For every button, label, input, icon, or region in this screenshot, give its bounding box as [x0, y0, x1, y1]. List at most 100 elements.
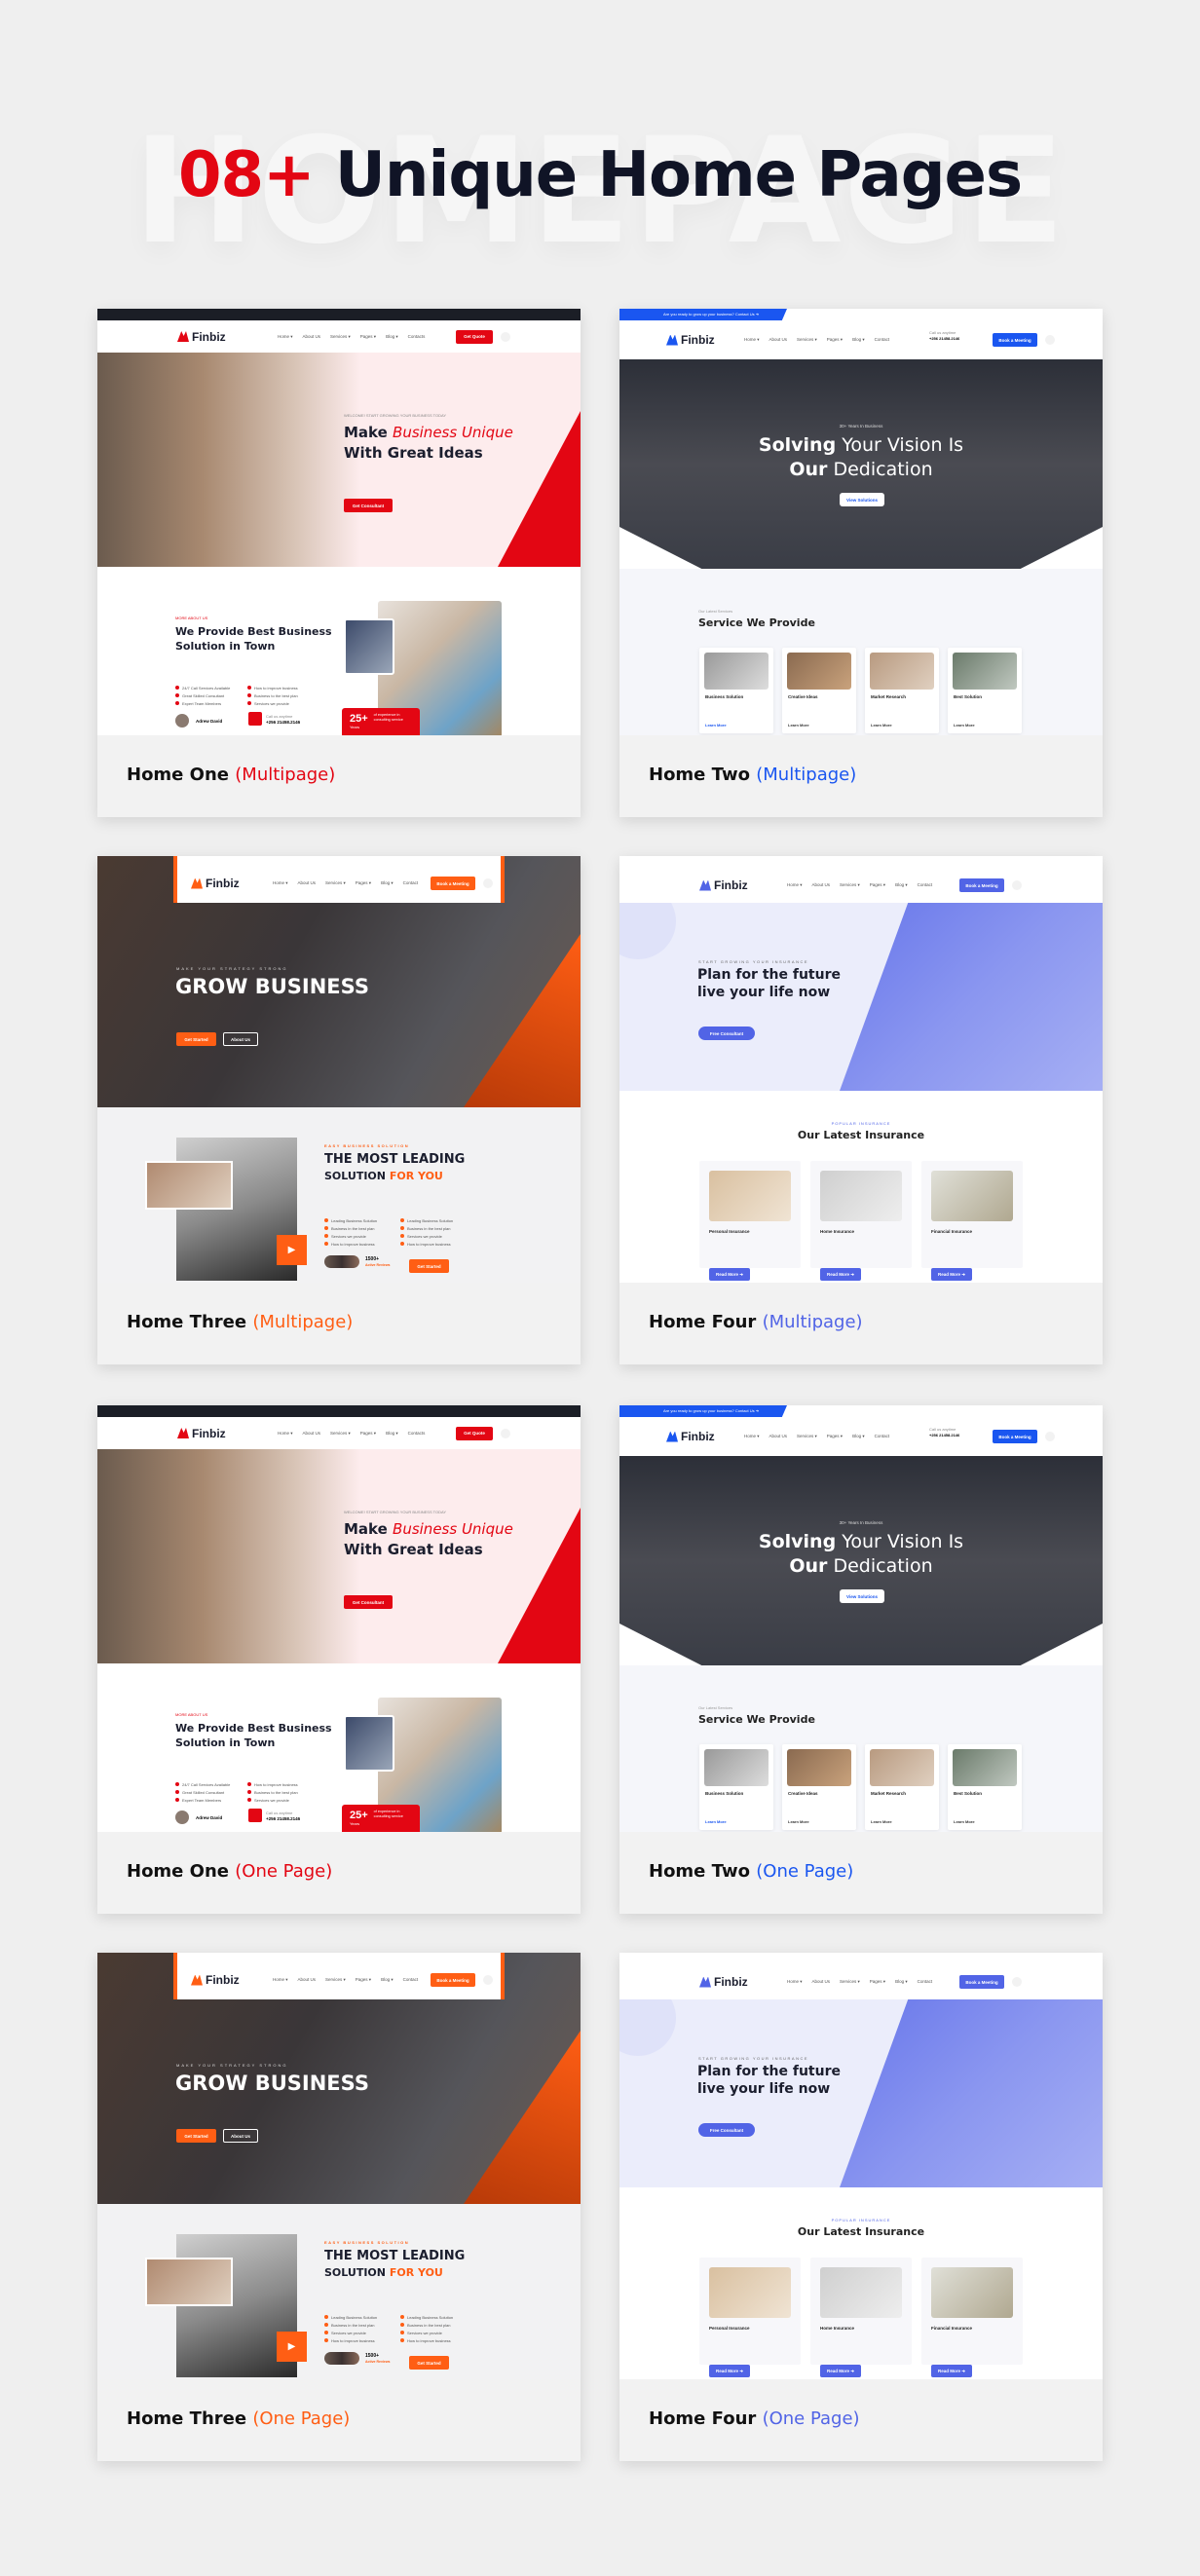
demo-preview[interactable]: MAKE YOUR STRATEGY STRONG GROW BUSINESS … [97, 856, 581, 1283]
cta-button[interactable]: Get Quote [456, 329, 493, 344]
nav-item[interactable]: Blog ▾ [852, 1434, 865, 1439]
demo-label[interactable]: Home Two (One Page) [649, 1861, 853, 1882]
nav-item[interactable]: Blog ▾ [895, 1979, 908, 1985]
cta-button[interactable]: Get Quote [456, 1426, 493, 1440]
get-started-button-2[interactable]: Get Started [409, 1259, 449, 1273]
nav-item[interactable]: Pages ▾ [827, 1434, 843, 1439]
menu-toggle-icon[interactable] [1012, 1977, 1022, 1987]
insurance-card[interactable]: Personal Insurance Read More ➜ [699, 1161, 801, 1281]
logo[interactable]: Finbiz [666, 1430, 715, 1443]
nav-item[interactable]: Contact [918, 1979, 933, 1985]
read-more-button[interactable]: Read More ➜ [820, 1268, 861, 1281]
logo[interactable]: Finbiz [177, 1427, 226, 1440]
read-more-button[interactable]: Read More ➜ [931, 2365, 972, 2377]
demo-card[interactable]: Are you ready to grow up your business? … [619, 1405, 1103, 1914]
insurance-card[interactable]: Financial Insurance Read More ➜ [921, 2258, 1023, 2377]
nav-item[interactable]: Blog ▾ [852, 337, 865, 343]
demo-card[interactable]: MAKE YOUR STRATEGY STRONG GROW BUSINESS … [97, 1953, 581, 2461]
demo-preview[interactable]: Are you ready to grow up your business? … [619, 309, 1103, 735]
about-button[interactable]: About Us [223, 2129, 258, 2143]
demo-label[interactable]: Home One (One Page) [127, 1861, 332, 1882]
cta-button[interactable]: Book a Meeting [993, 1430, 1037, 1443]
nav-item[interactable]: Contact [875, 1434, 890, 1439]
demo-preview[interactable]: Finbiz Home ▾ About Us Services ▾ Pages ▾ Bl… [619, 856, 1103, 1283]
service-card[interactable]: Business Solution Learn More [699, 1744, 773, 1830]
demo-label[interactable]: Home Four (Multipage) [649, 1312, 863, 1332]
logo[interactable]: Finbiz [177, 330, 226, 344]
play-button[interactable]: ▶ [277, 2332, 307, 2362]
demo-card[interactable]: Finbiz Home ▾ About Us Services ▾ Pages ▾ Bl… [97, 309, 581, 817]
nav-item[interactable]: Pages ▾ [360, 334, 376, 340]
menu-toggle-icon[interactable] [1045, 335, 1055, 345]
service-card[interactable]: Best Solution Learn More [948, 648, 1022, 733]
menu-toggle-icon[interactable] [483, 1975, 493, 1985]
service-card[interactable]: Creative Ideas Learn More [782, 648, 856, 733]
demo-label[interactable]: Home Four (One Page) [649, 2408, 860, 2429]
logo[interactable]: Finbiz [666, 333, 715, 347]
nav-item[interactable]: About Us [303, 1431, 321, 1437]
menu-toggle-icon[interactable] [483, 878, 493, 888]
insurance-card[interactable]: Personal Insurance Read More ➜ [699, 2258, 801, 2377]
demo-preview[interactable]: Are you ready to grow up your business? … [619, 1405, 1103, 1832]
read-more-button[interactable]: Read More ➜ [709, 1268, 750, 1281]
hero-button[interactable]: Free Consultant [698, 1027, 755, 1040]
demo-preview[interactable]: Finbiz Home ▾ About Us Services ▾ Pages ▾ Bl… [619, 1953, 1103, 2379]
nav-item[interactable]: Pages ▾ [356, 1977, 371, 1983]
insurance-card[interactable]: Home Insurance Read More ➜ [810, 2258, 912, 2377]
demo-preview[interactable]: Finbiz Home ▾ About Us Services ▾ Pages ▾ Bl… [97, 1405, 581, 1832]
nav-item[interactable]: Services ▾ [840, 882, 860, 888]
nav-item[interactable]: Blog ▾ [381, 1977, 394, 1983]
demo-card[interactable]: Are you ready to grow up your business? … [619, 309, 1103, 817]
nav-item[interactable]: Contact [875, 337, 890, 343]
nav-item[interactable]: Pages ▾ [870, 882, 885, 888]
nav-item[interactable]: Contact [403, 1977, 419, 1983]
nav-item[interactable]: Contact [918, 882, 933, 888]
logo[interactable]: Finbiz [699, 1975, 748, 1989]
demo-preview[interactable]: MAKE YOUR STRATEGY STRONG GROW BUSINESS … [97, 1953, 581, 2379]
demo-card[interactable]: Finbiz Home ▾ About Us Services ▾ Pages ▾ Bl… [619, 1953, 1103, 2461]
insurance-card[interactable]: Home Insurance Read More ➜ [810, 1161, 912, 1281]
menu-toggle-icon[interactable] [501, 1428, 510, 1438]
about-button[interactable]: About Us [223, 1032, 258, 1046]
nav-item[interactable]: About Us [769, 1434, 788, 1439]
nav-item[interactable]: Home ▾ [273, 880, 288, 886]
logo[interactable]: Finbiz [191, 877, 240, 890]
nav-item[interactable]: Contact [403, 880, 419, 886]
cta-button[interactable]: Book a Meeting [431, 877, 475, 890]
nav-item[interactable]: Pages ▾ [356, 880, 371, 886]
logo[interactable]: Finbiz [699, 878, 748, 892]
nav-item[interactable]: Pages ▾ [870, 1979, 885, 1985]
menu-toggle-icon[interactable] [1045, 1432, 1055, 1441]
demo-preview[interactable]: Finbiz Home ▾ About Us Services ▾ Pages ▾ Bl… [97, 309, 581, 735]
logo[interactable]: Finbiz [191, 1973, 240, 1987]
read-more-button[interactable]: Read More ➜ [709, 2365, 750, 2377]
nav-item[interactable]: About Us [812, 1979, 831, 1985]
service-card[interactable]: Market Research Learn More [865, 648, 939, 733]
nav-item[interactable]: Services ▾ [797, 337, 817, 343]
service-card[interactable]: Creative Ideas Learn More [782, 1744, 856, 1830]
nav-item[interactable]: Blog ▾ [895, 882, 908, 888]
nav-item[interactable]: Home ▾ [744, 337, 760, 343]
demo-card[interactable]: MAKE YOUR STRATEGY STRONG GROW BUSINESS … [97, 856, 581, 1364]
service-card[interactable]: Market Research Learn More [865, 1744, 939, 1830]
nav-item[interactable]: Home ▾ [787, 1979, 803, 1985]
cta-button[interactable]: Book a Meeting [993, 333, 1037, 347]
nav-item[interactable]: Home ▾ [278, 1431, 293, 1437]
nav-item[interactable]: About Us [812, 882, 831, 888]
play-button[interactable]: ▶ [277, 1235, 307, 1265]
hero-button[interactable]: View Solutions [840, 1589, 884, 1603]
nav-item[interactable]: About Us [298, 1977, 317, 1983]
nav-item[interactable]: Services ▾ [797, 1434, 817, 1439]
nav-item[interactable]: Home ▾ [787, 882, 803, 888]
get-started-button[interactable]: Get Started [176, 1032, 216, 1046]
read-more-button[interactable]: Read More ➜ [931, 1268, 972, 1281]
nav-item[interactable]: Home ▾ [744, 1434, 760, 1439]
demo-label[interactable]: Home Three (Multipage) [127, 1312, 353, 1332]
nav-item[interactable]: Services ▾ [330, 1431, 351, 1437]
nav-item[interactable]: About Us [303, 334, 321, 340]
nav-item[interactable]: About Us [298, 880, 317, 886]
cta-button[interactable]: Book a Meeting [959, 1975, 1004, 1989]
service-card[interactable]: Business Solution Learn More [699, 648, 773, 733]
hero-button[interactable]: Free Consultant [698, 2123, 755, 2137]
nav-item[interactable]: Blog ▾ [386, 334, 398, 340]
